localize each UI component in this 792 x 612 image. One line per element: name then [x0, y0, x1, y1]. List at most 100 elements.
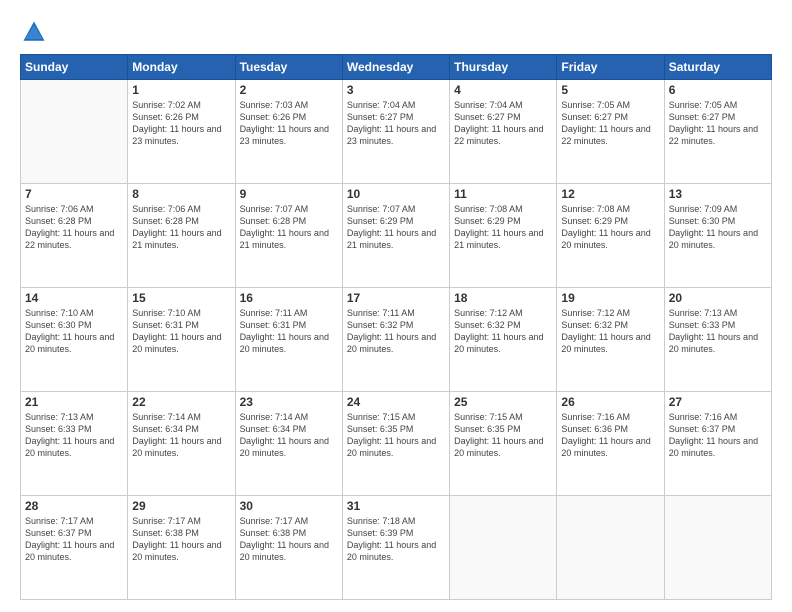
header [20, 18, 772, 46]
calendar-header-monday: Monday [128, 55, 235, 80]
week-row-5: 28 Sunrise: 7:17 AMSunset: 6:37 PMDayligh… [21, 496, 772, 600]
day-number: 30 [240, 499, 338, 513]
day-info: Sunrise: 7:04 AMSunset: 6:27 PMDaylight:… [454, 99, 552, 148]
calendar-cell: 6 Sunrise: 7:05 AMSunset: 6:27 PMDaylight… [664, 80, 771, 184]
calendar-cell [21, 80, 128, 184]
day-info: Sunrise: 7:03 AMSunset: 6:26 PMDaylight:… [240, 99, 338, 148]
day-number: 26 [561, 395, 659, 409]
day-number: 29 [132, 499, 230, 513]
day-number: 21 [25, 395, 123, 409]
day-number: 7 [25, 187, 123, 201]
day-info: Sunrise: 7:17 AMSunset: 6:37 PMDaylight:… [25, 515, 123, 564]
day-number: 9 [240, 187, 338, 201]
calendar-cell: 11Sunrise: 7:08 AMSunset: 6:29 PMDayligh… [450, 184, 557, 288]
calendar-cell: 15 Sunrise: 7:10 AMSunset: 6:31 PMDayligh… [128, 288, 235, 392]
day-number: 18 [454, 291, 552, 305]
calendar-header-saturday: Saturday [664, 55, 771, 80]
calendar-cell: 31Sunrise: 7:18 AMSunset: 6:39 PMDayligh… [342, 496, 449, 600]
day-number: 4 [454, 83, 552, 97]
calendar-cell: 14 Sunrise: 7:10 AMSunset: 6:30 PMDayligh… [21, 288, 128, 392]
day-info: Sunrise: 7:15 AMSunset: 6:35 PMDaylight:… [454, 411, 552, 460]
day-number: 6 [669, 83, 767, 97]
day-info: Sunrise: 7:05 AMSunset: 6:27 PMDaylight:… [669, 99, 767, 148]
day-info: Sunrise: 7:06 AMSunset: 6:28 PMDaylight:… [132, 203, 230, 252]
calendar-cell: 26 Sunrise: 7:16 AMSunset: 6:36 PMDayligh… [557, 392, 664, 496]
calendar-cell: 1 Sunrise: 7:02 AMSunset: 6:26 PMDaylight… [128, 80, 235, 184]
day-info: Sunrise: 7:04 AMSunset: 6:27 PMDaylight:… [347, 99, 445, 148]
week-row-3: 14 Sunrise: 7:10 AMSunset: 6:30 PMDayligh… [21, 288, 772, 392]
day-info: Sunrise: 7:14 AMSunset: 6:34 PMDaylight:… [132, 411, 230, 460]
day-number: 14 [25, 291, 123, 305]
day-number: 27 [669, 395, 767, 409]
day-info: Sunrise: 7:02 AMSunset: 6:26 PMDaylight:… [132, 99, 230, 148]
day-number: 19 [561, 291, 659, 305]
calendar-header-tuesday: Tuesday [235, 55, 342, 80]
calendar-header-sunday: Sunday [21, 55, 128, 80]
calendar-header-row: SundayMondayTuesdayWednesdayThursdayFrid… [21, 55, 772, 80]
calendar-cell: 19 Sunrise: 7:12 AMSunset: 6:32 PMDayligh… [557, 288, 664, 392]
calendar-cell: 22 Sunrise: 7:14 AMSunset: 6:34 PMDayligh… [128, 392, 235, 496]
calendar-header-friday: Friday [557, 55, 664, 80]
calendar-cell [450, 496, 557, 600]
day-info: Sunrise: 7:13 AMSunset: 6:33 PMDaylight:… [669, 307, 767, 356]
day-info: Sunrise: 7:10 AMSunset: 6:30 PMDaylight:… [25, 307, 123, 356]
calendar-cell: 9 Sunrise: 7:07 AMSunset: 6:28 PMDaylight… [235, 184, 342, 288]
calendar-cell: 12 Sunrise: 7:08 AMSunset: 6:29 PMDayligh… [557, 184, 664, 288]
calendar-cell [664, 496, 771, 600]
day-info: Sunrise: 7:06 AMSunset: 6:28 PMDaylight:… [25, 203, 123, 252]
day-number: 10 [347, 187, 445, 201]
day-number: 20 [669, 291, 767, 305]
calendar-cell: 23 Sunrise: 7:14 AMSunset: 6:34 PMDayligh… [235, 392, 342, 496]
calendar-cell: 27 Sunrise: 7:16 AMSunset: 6:37 PMDayligh… [664, 392, 771, 496]
calendar-cell: 16 Sunrise: 7:11 AMSunset: 6:31 PMDayligh… [235, 288, 342, 392]
day-info: Sunrise: 7:08 AMSunset: 6:29 PMDaylight:… [454, 203, 552, 252]
day-info: Sunrise: 7:05 AMSunset: 6:27 PMDaylight:… [561, 99, 659, 148]
day-number: 12 [561, 187, 659, 201]
calendar-cell: 4 Sunrise: 7:04 AMSunset: 6:27 PMDaylight… [450, 80, 557, 184]
day-number: 24 [347, 395, 445, 409]
calendar-cell: 5Sunrise: 7:05 AMSunset: 6:27 PMDaylight… [557, 80, 664, 184]
day-number: 17 [347, 291, 445, 305]
day-info: Sunrise: 7:12 AMSunset: 6:32 PMDaylight:… [561, 307, 659, 356]
day-number: 3 [347, 83, 445, 97]
day-number: 31 [347, 499, 445, 513]
day-number: 25 [454, 395, 552, 409]
calendar-cell: 7 Sunrise: 7:06 AMSunset: 6:28 PMDaylight… [21, 184, 128, 288]
calendar-cell: 18 Sunrise: 7:12 AMSunset: 6:32 PMDayligh… [450, 288, 557, 392]
calendar-cell: 28 Sunrise: 7:17 AMSunset: 6:37 PMDayligh… [21, 496, 128, 600]
day-number: 23 [240, 395, 338, 409]
day-info: Sunrise: 7:12 AMSunset: 6:32 PMDaylight:… [454, 307, 552, 356]
week-row-1: 1 Sunrise: 7:02 AMSunset: 6:26 PMDaylight… [21, 80, 772, 184]
calendar-header-wednesday: Wednesday [342, 55, 449, 80]
day-number: 15 [132, 291, 230, 305]
calendar-cell: 13Sunrise: 7:09 AMSunset: 6:30 PMDayligh… [664, 184, 771, 288]
day-info: Sunrise: 7:11 AMSunset: 6:31 PMDaylight:… [240, 307, 338, 356]
day-number: 1 [132, 83, 230, 97]
logo-icon [20, 18, 48, 46]
day-number: 22 [132, 395, 230, 409]
calendar-cell: 2Sunrise: 7:03 AMSunset: 6:26 PMDaylight… [235, 80, 342, 184]
day-info: Sunrise: 7:16 AMSunset: 6:37 PMDaylight:… [669, 411, 767, 460]
logo [20, 18, 52, 46]
calendar-header-thursday: Thursday [450, 55, 557, 80]
calendar-cell: 20 Sunrise: 7:13 AMSunset: 6:33 PMDayligh… [664, 288, 771, 392]
day-info: Sunrise: 7:11 AMSunset: 6:32 PMDaylight:… [347, 307, 445, 356]
day-info: Sunrise: 7:10 AMSunset: 6:31 PMDaylight:… [132, 307, 230, 356]
week-row-4: 21Sunrise: 7:13 AMSunset: 6:33 PMDayligh… [21, 392, 772, 496]
day-info: Sunrise: 7:08 AMSunset: 6:29 PMDaylight:… [561, 203, 659, 252]
calendar-cell: 25 Sunrise: 7:15 AMSunset: 6:35 PMDayligh… [450, 392, 557, 496]
day-info: Sunrise: 7:17 AMSunset: 6:38 PMDaylight:… [132, 515, 230, 564]
day-number: 8 [132, 187, 230, 201]
calendar-table: SundayMondayTuesdayWednesdayThursdayFrid… [20, 54, 772, 600]
day-number: 16 [240, 291, 338, 305]
calendar-cell: 30Sunrise: 7:17 AMSunset: 6:38 PMDayligh… [235, 496, 342, 600]
week-row-2: 7 Sunrise: 7:06 AMSunset: 6:28 PMDaylight… [21, 184, 772, 288]
calendar-cell: 24Sunrise: 7:15 AMSunset: 6:35 PMDayligh… [342, 392, 449, 496]
calendar-cell: 3 Sunrise: 7:04 AMSunset: 6:27 PMDaylight… [342, 80, 449, 184]
page: SundayMondayTuesdayWednesdayThursdayFrid… [0, 0, 792, 612]
day-info: Sunrise: 7:07 AMSunset: 6:28 PMDaylight:… [240, 203, 338, 252]
day-info: Sunrise: 7:14 AMSunset: 6:34 PMDaylight:… [240, 411, 338, 460]
day-info: Sunrise: 7:07 AMSunset: 6:29 PMDaylight:… [347, 203, 445, 252]
day-info: Sunrise: 7:16 AMSunset: 6:36 PMDaylight:… [561, 411, 659, 460]
day-number: 28 [25, 499, 123, 513]
